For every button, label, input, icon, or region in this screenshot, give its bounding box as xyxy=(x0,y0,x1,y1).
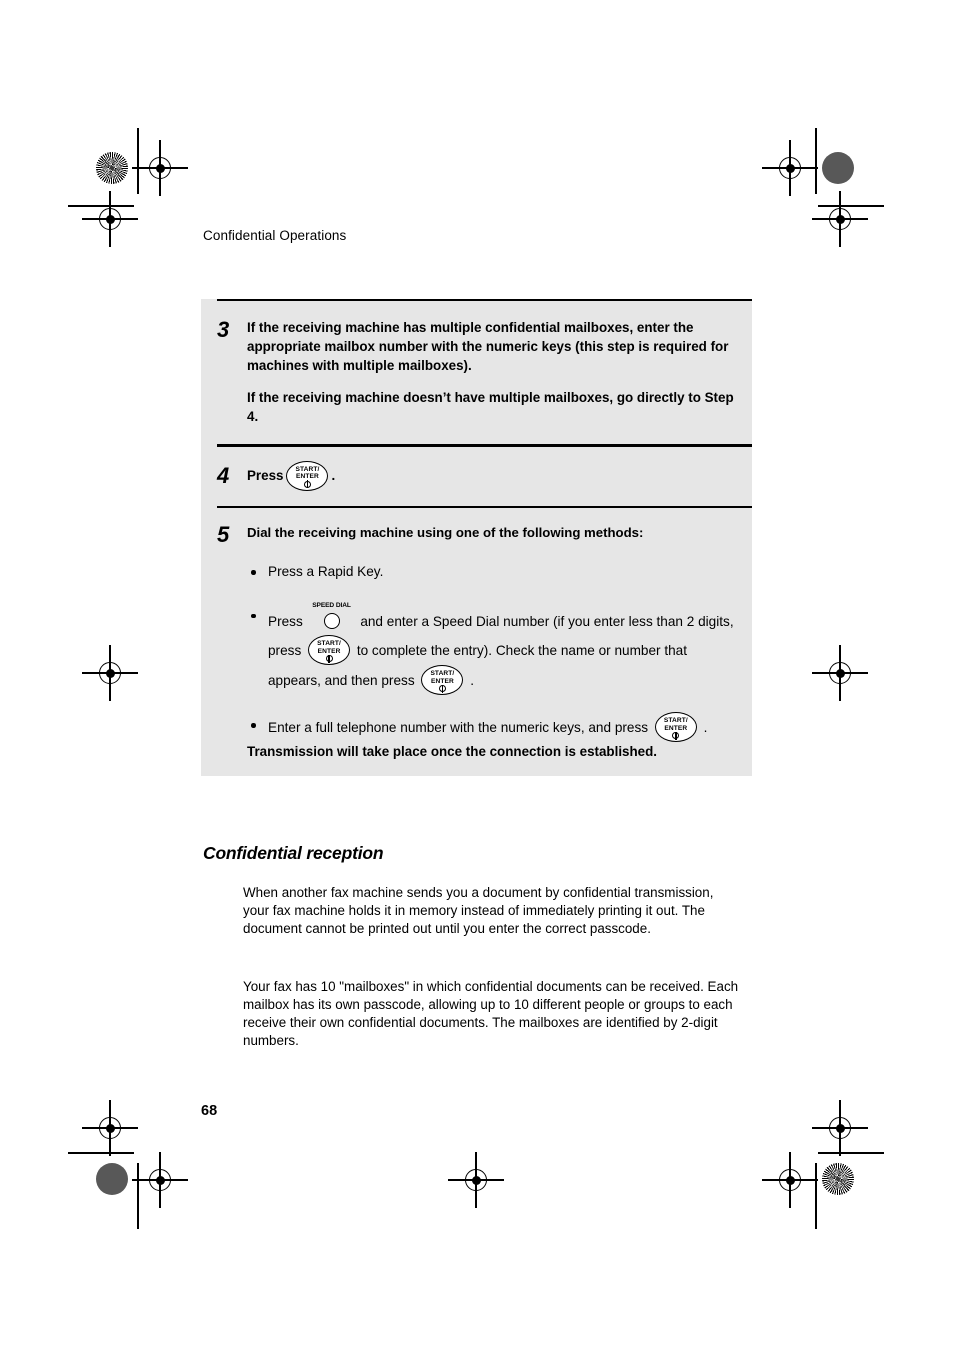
section-paragraph-1: When another fax machine sends you a doc… xyxy=(243,885,714,937)
step-3-body: If the receiving machine has multiple co… xyxy=(247,318,752,426)
registration-crosshair-bottom-right xyxy=(762,1152,818,1208)
registration-crosshair-top-right-lower xyxy=(812,191,868,247)
dialing-method-rapid-key-text: Press a Rapid Key. xyxy=(268,564,384,580)
step-5-closing-note: Transmission will take place once the co… xyxy=(247,744,658,760)
start-enter-key-icon[interactable]: START/ ENTER xyxy=(654,712,697,743)
step-number-5: 5 xyxy=(217,521,230,547)
start-enter-key-icon[interactable]: START/ ENTER xyxy=(308,635,351,666)
section-paragraph-2-container: Your fax has 10 "mailboxes" in which con… xyxy=(243,978,740,1051)
registration-crosshair-top-left-lower xyxy=(82,191,138,247)
step-4-body: Press START/ ENTER . xyxy=(247,460,752,491)
step-4-press-label: Press xyxy=(247,468,284,484)
power-symbol-icon xyxy=(325,654,333,663)
registration-crosshair-middle-left xyxy=(82,645,138,701)
registration-crosshair-bottom-left xyxy=(132,1152,188,1208)
section-heading-confidential-reception: Confidential reception xyxy=(203,843,384,863)
speed-dial-text-segment-4: . xyxy=(470,673,474,689)
section-paragraph-2: Your fax has 10 "mailboxes" in which con… xyxy=(243,979,739,1049)
registration-crosshair-top-left xyxy=(132,140,188,196)
dialing-method-speed-dial: Press SPEED DIAL and enter a Speed Dial … xyxy=(247,601,738,696)
step-number-4: 4 xyxy=(217,462,230,488)
registration-star-target-bottom-right xyxy=(822,1163,854,1195)
step-item-4: 4 Press START/ ENTER . xyxy=(201,447,752,506)
registration-crosshair-bottom-right-upper xyxy=(812,1100,868,1156)
step-3-paragraph-1: If the receiving machine has multiple co… xyxy=(247,320,729,374)
registration-crosshair-bottom-left-upper xyxy=(82,1100,138,1156)
registration-crosshair-middle-right xyxy=(812,645,868,701)
procedure-steps-panel: 3 If the receiving machine has multiple … xyxy=(201,299,752,777)
step-item-3: 3 If the receiving machine has multiple … xyxy=(201,301,752,444)
step-number-3: 3 xyxy=(217,317,230,343)
speed-dial-text-segment-1: Press xyxy=(268,613,303,629)
speed-dial-key-label: SPEED DIAL xyxy=(312,601,351,609)
section-paragraph-1-container: When another fax machine sends you a doc… xyxy=(243,884,740,938)
step-4-press-instruction: Press START/ ENTER . xyxy=(247,460,738,491)
step-5-heading: Dial the receiving machine using one of … xyxy=(247,524,644,540)
speed-dial-key-button xyxy=(323,612,340,629)
start-enter-key-icon[interactable]: START/ ENTER xyxy=(286,460,329,491)
dialing-method-full-number: Enter a full telephone number with the n… xyxy=(247,712,738,743)
full-number-text-segment-1: Enter a full telephone number with the n… xyxy=(268,720,649,736)
page-number: 68 xyxy=(201,1103,218,1119)
power-symbol-icon xyxy=(303,479,311,488)
registration-crosshair-bottom-center xyxy=(448,1152,504,1208)
registration-density-dot-bottom-left xyxy=(96,1163,128,1195)
step-3-paragraph-2: If the receiving machine doesn’t have mu… xyxy=(247,390,734,425)
registration-star-target-top-left xyxy=(96,152,128,184)
speed-dial-key-icon[interactable]: SPEED DIAL xyxy=(309,601,355,633)
registration-crosshair-top-right xyxy=(762,140,818,196)
running-head: Confidential Operations xyxy=(203,228,347,243)
start-enter-key-icon[interactable]: START/ ENTER xyxy=(421,665,464,696)
full-number-text-segment-2: . xyxy=(703,720,708,736)
dialing-methods-list: Press a Rapid Key. Press SPEED DIAL and … xyxy=(247,559,738,743)
dialing-method-rapid-key: Press a Rapid Key. xyxy=(247,559,738,586)
registration-density-dot-top-right xyxy=(822,152,854,184)
step-5-body: Dial the receiving machine using one of … xyxy=(247,524,752,777)
step-item-5: 5 Dial the receiving machine using one o… xyxy=(201,508,752,777)
step-4-press-suffix: . xyxy=(331,468,336,484)
